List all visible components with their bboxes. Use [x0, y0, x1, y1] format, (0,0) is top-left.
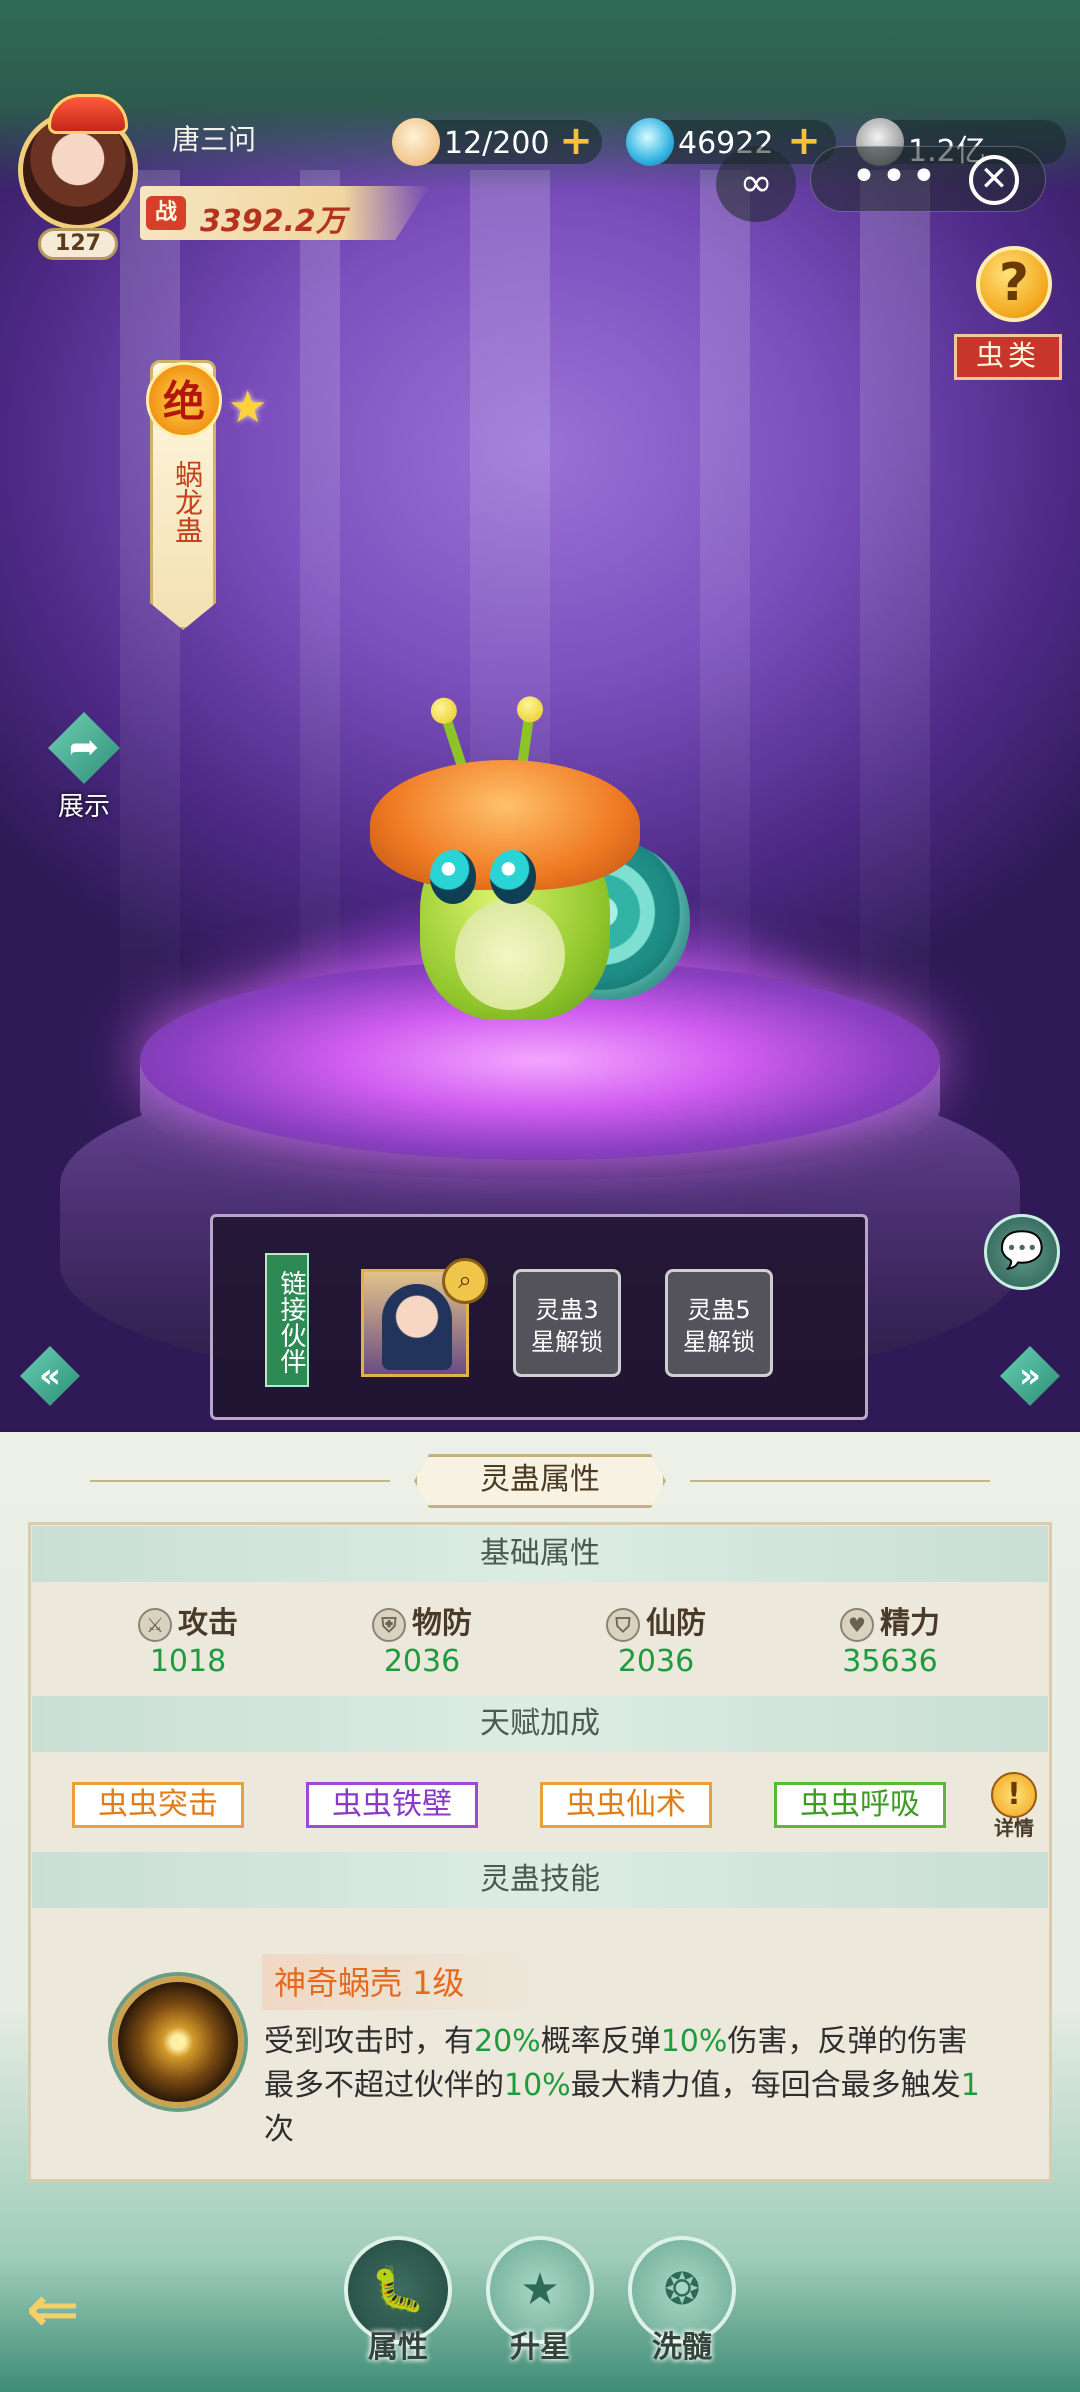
show-button[interactable]: ➦ 展示: [34, 712, 134, 822]
chat-icon[interactable]: 💬: [984, 1214, 1060, 1290]
bun-icon: [392, 118, 440, 166]
basic-attributes-header: 基础属性: [32, 1526, 1048, 1582]
player-avatar-frame[interactable]: 127: [8, 94, 148, 260]
hero-portrait: [382, 1284, 452, 1370]
armor-icon: ⛉: [606, 1607, 640, 1642]
pet-eye: [490, 850, 536, 904]
show-label: 展示: [57, 792, 110, 822]
pet-name: 蜗龙蛊: [171, 460, 204, 544]
stat-value: 2036: [617, 1644, 695, 1679]
talent-bug-magic[interactable]: 虫虫仙术: [540, 1782, 712, 1828]
talent-bonus-header: 天赋加成: [32, 1696, 1048, 1752]
pet-eye: [430, 850, 476, 904]
partner-slot-hero[interactable]: ⌕: [361, 1258, 488, 1377]
talent-bug-strike[interactable]: 虫虫突击: [72, 1782, 244, 1828]
stat-vitality: ♥ 精力 35636: [790, 1598, 990, 1679]
nav-label: 升星: [510, 2330, 570, 2365]
stat-physical-defense: ⛨ 物防 2036: [322, 1598, 522, 1679]
nav-refine[interactable]: ❂ 洗髓: [626, 2236, 738, 2376]
stat-label: 仙防: [646, 1606, 706, 1641]
talent-detail-button[interactable]: ! 详情: [986, 1772, 1042, 1842]
power-value: 3392.2万: [200, 204, 346, 239]
player-level: 127: [38, 228, 118, 260]
panel-title: 灵蛊属性: [414, 1454, 666, 1508]
skill-icon[interactable]: [112, 1976, 244, 2108]
partner-slot-locked-3star[interactable]: 灵蛊3 星解锁: [513, 1269, 621, 1377]
pet-model[interactable]: [360, 700, 700, 1040]
skill-desc-value: 10%: [660, 2024, 728, 2059]
game-logo-icon[interactable]: ∞: [716, 146, 796, 222]
nav-star-up[interactable]: ★ 升星: [484, 2236, 596, 2376]
nav-label: 属性: [368, 2330, 428, 2365]
light-ray: [300, 170, 340, 1070]
help-button[interactable]: ?: [976, 246, 1052, 322]
rank-badge: 绝: [146, 362, 222, 438]
bun-count: 12/200: [444, 126, 550, 161]
stat-label: 攻击: [178, 1606, 238, 1641]
miniapp-capsule: ••• ✕: [810, 146, 1046, 212]
star-icon: ★: [228, 382, 268, 433]
add-bun-button[interactable]: +: [558, 121, 594, 161]
skill-description: 受到攻击时，有20%概率反弹10%伤害，反弹的伤害最多不超过伙伴的10%最大精力…: [264, 2020, 994, 2152]
nav-attributes[interactable]: 🐛 属性: [342, 2236, 454, 2376]
resource-bun: 12/200 +: [392, 118, 602, 166]
talent-bug-breath[interactable]: 虫虫呼吸: [774, 1782, 946, 1828]
stat-label: 精力: [880, 1606, 940, 1641]
magnifier-icon[interactable]: ⌕: [442, 1258, 488, 1304]
stat-value: 1018: [149, 1644, 227, 1679]
power-icon: 战: [146, 196, 186, 230]
skill-desc-value: 10%: [504, 2068, 571, 2103]
stat-magic-defense: ⛉ 仙防 2036: [556, 1598, 756, 1679]
stat-value: 2036: [383, 1644, 461, 1679]
share-arrow-icon: ➦: [48, 712, 120, 784]
talent-bug-wall[interactable]: 虫虫铁壁: [306, 1782, 478, 1828]
partner-slot-locked-5star[interactable]: 灵蛊5 星解锁: [665, 1269, 773, 1377]
more-menu-icon[interactable]: •••: [851, 151, 941, 202]
slot-lock-text: 星解锁: [531, 1328, 603, 1356]
shield-icon: ⛨: [372, 1607, 406, 1642]
back-button[interactable]: ⇐: [26, 2278, 126, 2350]
close-icon[interactable]: ✕: [969, 155, 1019, 205]
divider: [90, 1480, 390, 1482]
talent-detail-label: 详情: [994, 1816, 1034, 1840]
skill-header: 灵蛊技能: [32, 1852, 1048, 1908]
gem-icon: [626, 118, 674, 166]
linked-partner-panel: 链接伙伴 ⌕ 灵蛊3 星解锁 灵蛊5 星解锁: [210, 1214, 868, 1420]
skill-desc-value: 1: [960, 2068, 980, 2103]
player-name: 唐三问: [172, 123, 257, 156]
skill-desc-value: 20%: [474, 2024, 541, 2059]
light-ray: [860, 170, 930, 1070]
skill-desc-text: 最大精力值，每回合最多触发: [570, 2068, 961, 2103]
slot-lock-text: 星解锁: [683, 1328, 755, 1356]
stat-value: 35636: [842, 1644, 938, 1679]
nav-label: 洗髓: [652, 2330, 712, 2365]
light-ray: [700, 170, 750, 1070]
divider: [690, 1480, 990, 1482]
category-tag: 虫类: [954, 334, 1062, 380]
stat-attack: ⚔ 攻击 1018: [88, 1598, 288, 1679]
skill-desc-text: 次: [264, 2112, 294, 2147]
skill-desc-text: 概率反弹: [540, 2024, 661, 2059]
slot-lock-text: 灵蛊5: [687, 1296, 751, 1324]
skill-name: 神奇蜗壳 1级: [274, 1964, 465, 2002]
heart-icon: ♥: [840, 1607, 874, 1642]
pet-belly: [455, 900, 565, 1010]
lion-head-decoration: [48, 94, 128, 134]
sword-icon: ⚔: [138, 1607, 172, 1642]
slot-lock-text: 灵蛊3: [535, 1296, 599, 1324]
linked-partner-label: 链接伙伴: [265, 1253, 309, 1387]
skill-desc-text: 受到攻击时，有: [264, 2024, 474, 2059]
add-gem-button[interactable]: +: [786, 121, 822, 161]
stat-label: 物防: [412, 1606, 472, 1641]
